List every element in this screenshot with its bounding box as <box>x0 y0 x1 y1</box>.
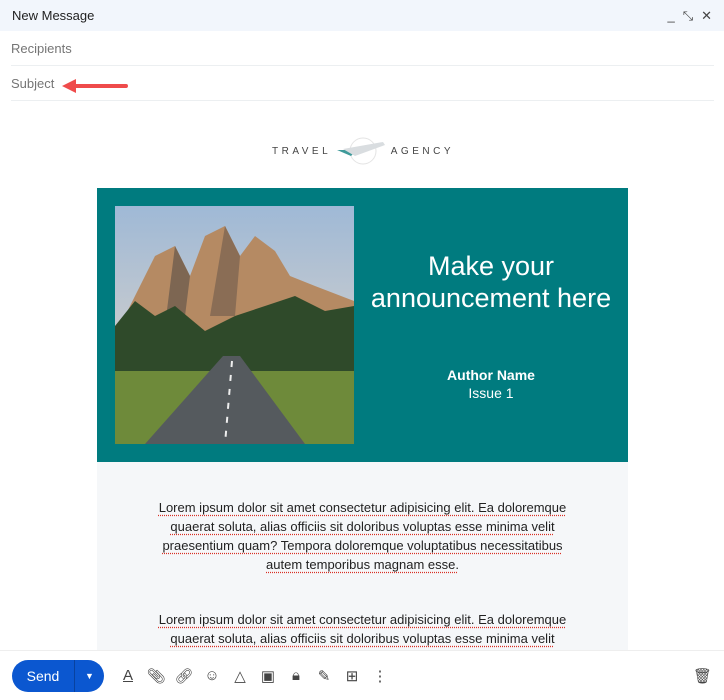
exit-fullscreen-icon[interactable]: ⤡ <box>683 8 693 24</box>
send-options-dropdown[interactable]: ▼ <box>75 660 104 692</box>
format-text-icon[interactable]: A <box>114 667 142 684</box>
minimize-icon[interactable]: _ <box>667 8 674 24</box>
hero-banner: Make your announcement here Author Name … <box>97 188 628 462</box>
close-icon[interactable]: ✕ <box>701 8 712 24</box>
more-icon[interactable]: ⋮ <box>366 667 394 685</box>
send-button[interactable]: Send <box>12 659 75 692</box>
emoji-icon[interactable]: ☺ <box>198 667 226 684</box>
travel-agency-logo: TRAVEL AGENCY <box>272 136 454 166</box>
compose-header: New Message _ ⤡ ✕ <box>0 0 724 31</box>
image-icon[interactable]: ▣ <box>254 667 282 685</box>
window-title: New Message <box>12 8 95 23</box>
trash-icon[interactable]: 🗑︎ <box>693 667 712 685</box>
compose-toolbar: Send ▼ A 📎︎ 🔗︎ ☺ △ ▣ 🔒︎ ✎ ⊞ ⋮ 🗑︎ <box>0 650 724 700</box>
confidential-icon[interactable]: 🔒︎ <box>282 667 310 684</box>
signature-icon[interactable]: ✎ <box>310 667 338 685</box>
send-button-group: Send ▼ <box>12 659 104 692</box>
drive-icon[interactable]: △ <box>226 667 254 685</box>
mountain-road-photo <box>115 206 354 444</box>
attach-icon[interactable]: 📎︎ <box>142 667 170 685</box>
body-paragraph: Lorem ipsum dolor sit amet consectetur a… <box>158 500 567 572</box>
red-arrow-annotation <box>62 79 128 93</box>
body-paragraph: Lorem ipsum dolor sit amet consectetur a… <box>158 612 567 646</box>
airplane-icon <box>336 137 385 165</box>
email-body[interactable]: Lorem ipsum dolor sit amet consectetur a… <box>97 462 628 650</box>
recipients-field[interactable]: Recipients <box>11 31 714 66</box>
logo-right-text: AGENCY <box>390 145 454 157</box>
author-name: Author Name <box>447 367 535 383</box>
logo-left-text: TRAVEL <box>272 145 332 157</box>
announcement-headline: Make your announcement here <box>370 251 612 313</box>
layout-icon[interactable]: ⊞ <box>338 667 366 685</box>
recipients-placeholder: Recipients <box>11 40 72 56</box>
issue-number: Issue 1 <box>468 385 514 401</box>
subject-placeholder: Subject <box>11 75 55 91</box>
link-icon[interactable]: 🔗︎ <box>170 667 198 685</box>
